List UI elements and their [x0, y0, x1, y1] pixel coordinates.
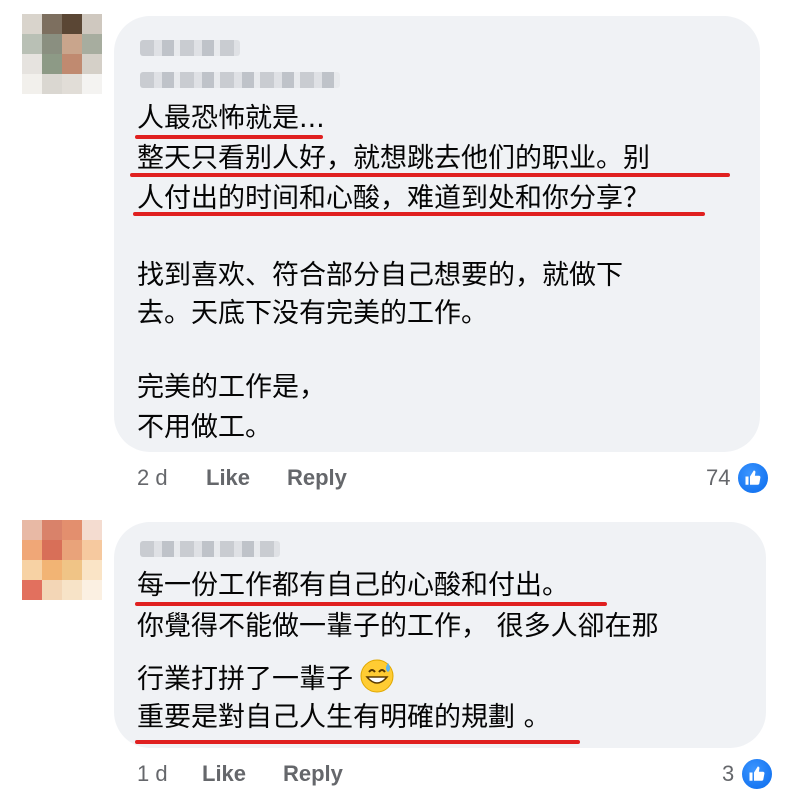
commenter-avatar[interactable]: [22, 520, 102, 600]
commenter-name[interactable]: [140, 541, 280, 557]
like-button[interactable]: Like: [206, 465, 250, 491]
red-underline: [135, 135, 323, 139]
comment-timestamp[interactable]: 1 d: [137, 761, 168, 787]
comment-line: 找到喜欢、符合部分自己想要的，就做下: [137, 260, 623, 291]
comment-line-text: 行業打拼了一輩子: [137, 664, 353, 695]
comment-line: 完美的工作是，: [137, 372, 326, 403]
comment-line: 行業打拼了一輩子: [137, 658, 395, 698]
thumbs-up-icon: [736, 461, 771, 495]
red-underline: [130, 173, 730, 177]
red-underline: [135, 602, 607, 606]
reaction-count: 74: [706, 465, 731, 490]
grinning-sweat-emoji: [360, 659, 394, 693]
reply-button[interactable]: Reply: [283, 761, 343, 787]
reply-button[interactable]: Reply: [287, 465, 347, 491]
comment-timestamp[interactable]: 2 d: [137, 465, 168, 491]
comment-line: 整天只看别人好，就想跳去他们的职业。别: [137, 143, 650, 174]
reaction-count: 3: [722, 761, 735, 786]
comment-line: 重要是對自己人生有明確的規劃 。: [137, 702, 551, 733]
red-underline: [133, 212, 705, 216]
reaction-summary[interactable]: 3: [722, 757, 775, 791]
commenter-avatar[interactable]: [22, 14, 102, 94]
like-button[interactable]: Like: [202, 761, 246, 787]
red-underline: [135, 740, 580, 744]
comment-line: 不用做工。: [137, 412, 272, 443]
comment-line: 每一份工作都有自己的心酸和付出。: [137, 570, 569, 601]
comment-line: 人最恐怖就是...: [137, 103, 325, 134]
thumbs-up-icon: [740, 757, 775, 791]
commenter-subtitle: [140, 72, 340, 88]
comment-line: 去。天底下没有完美的工作。: [137, 298, 488, 329]
comment-line: 你覺得不能做一輩子的工作， 很多人卻在那: [137, 611, 659, 642]
reaction-summary[interactable]: 74: [706, 461, 771, 495]
commenter-name[interactable]: [140, 40, 240, 56]
